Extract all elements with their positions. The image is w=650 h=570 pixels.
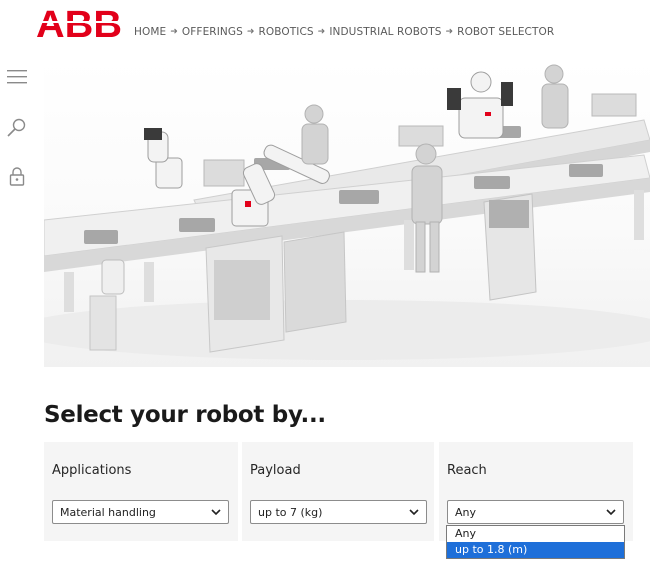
page-heading: Select your robot by... xyxy=(44,402,326,428)
reach-dropdown-list: Any up to 1.8 (m) xyxy=(446,525,625,559)
breadcrumb-separator-icon: ➜ xyxy=(445,27,454,37)
menu-icon[interactable] xyxy=(6,66,28,88)
hero-factory-illustration xyxy=(44,60,650,367)
filter-panel-payload: Payload up to 7 (kg) xyxy=(242,442,434,541)
search-icon[interactable] xyxy=(6,117,28,139)
lock-icon[interactable] xyxy=(6,165,28,187)
filter-label-payload: Payload xyxy=(250,463,301,478)
filter-label-reach: Reach xyxy=(447,463,487,478)
filter-panel-applications: Applications Material handling xyxy=(44,442,238,541)
applications-select[interactable]: Material handling xyxy=(52,500,229,524)
breadcrumb-offerings[interactable]: OFFERINGS xyxy=(182,26,243,38)
breadcrumb-home[interactable]: HOME xyxy=(134,26,166,38)
breadcrumb-robotics[interactable]: ROBOTICS xyxy=(259,26,314,38)
breadcrumb: HOME ➜ OFFERINGS ➜ ROBOTICS ➜ INDUSTRIAL… xyxy=(134,26,554,38)
reach-select-value: Any xyxy=(455,506,477,519)
breadcrumb-separator-icon: ➜ xyxy=(246,27,255,37)
breadcrumb-robot-selector: ROBOT SELECTOR xyxy=(457,26,555,38)
breadcrumb-separator-icon: ➜ xyxy=(170,27,178,37)
applications-select-value: Material handling xyxy=(60,506,156,519)
reach-option-any[interactable]: Any xyxy=(447,526,624,542)
reach-option-up-to-1-8[interactable]: up to 1.8 (m) xyxy=(447,542,624,558)
filter-label-applications: Applications xyxy=(52,463,132,478)
chevron-down-icon xyxy=(409,509,419,516)
payload-select-value: up to 7 (kg) xyxy=(258,506,323,519)
reach-select[interactable]: Any xyxy=(447,500,624,524)
abb-logo[interactable]: ABB xyxy=(36,6,124,40)
payload-select[interactable]: up to 7 (kg) xyxy=(250,500,427,524)
factory-robots-illustration xyxy=(44,64,650,360)
breadcrumb-industrial-robots[interactable]: INDUSTRIAL ROBOTS xyxy=(329,26,441,38)
breadcrumb-separator-icon: ➜ xyxy=(317,27,326,37)
chevron-down-icon xyxy=(211,509,221,516)
chevron-down-icon xyxy=(606,509,616,516)
